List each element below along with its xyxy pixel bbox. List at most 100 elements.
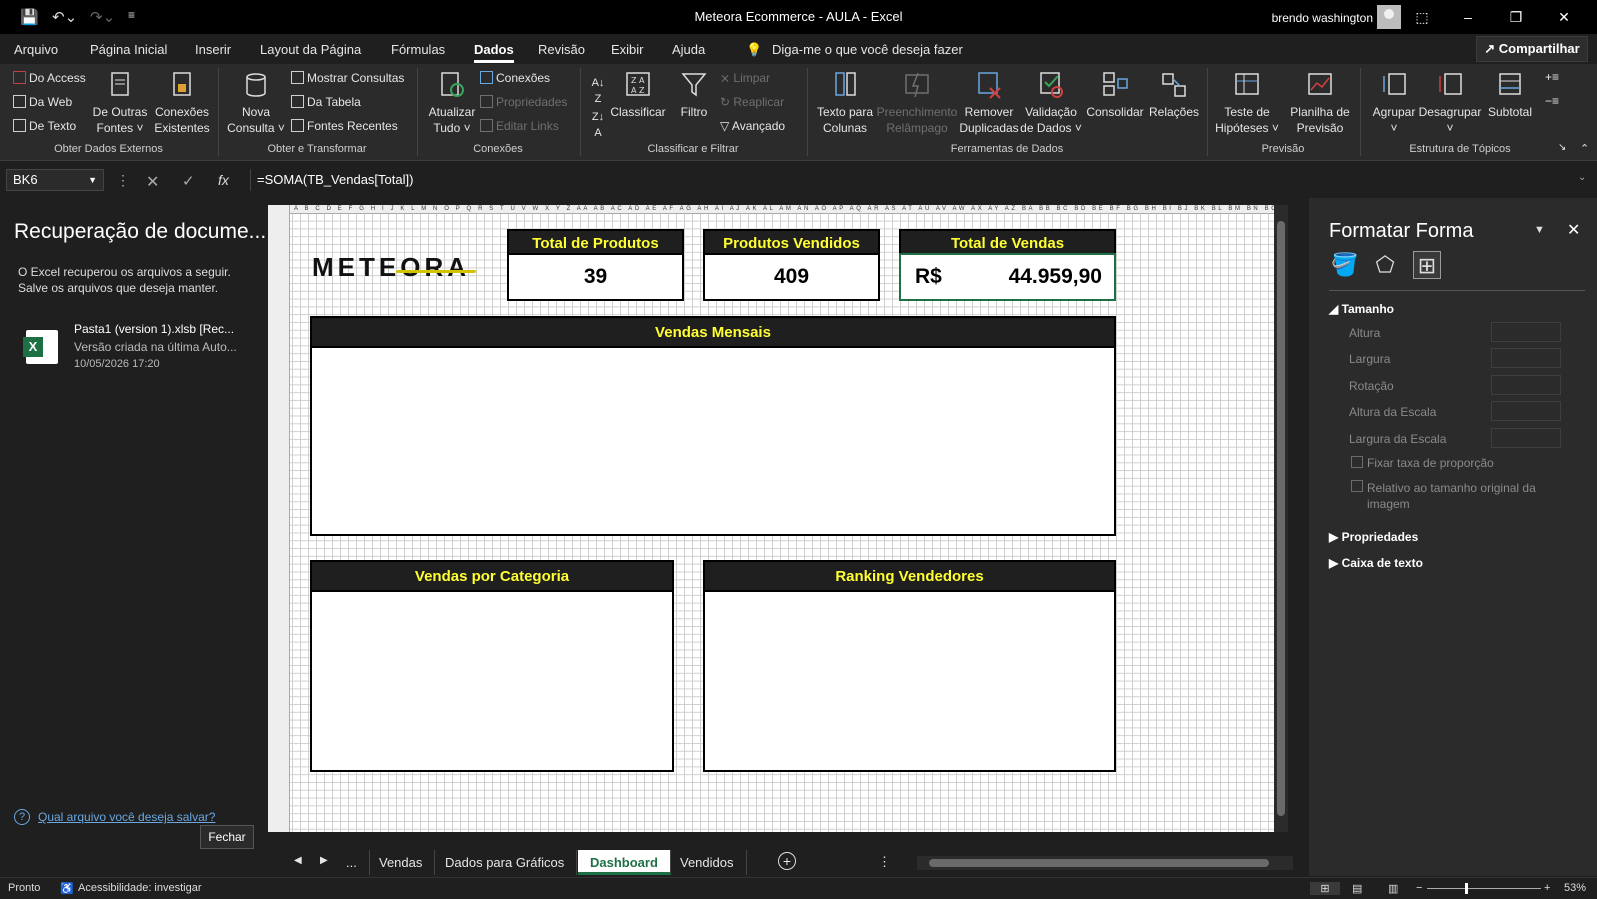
- other-sources-button[interactable]: De Outras Fontes ˅: [88, 70, 152, 136]
- tell-me-search[interactable]: Diga-me o que você deseja fazer: [772, 42, 963, 57]
- zoom-level[interactable]: 53%: [1564, 882, 1586, 894]
- subtotal-button[interactable]: Subtotal: [1484, 70, 1536, 120]
- hide-detail-icon[interactable]: −≡: [1545, 94, 1559, 108]
- tab-exibir[interactable]: Exibir: [611, 42, 644, 57]
- column-headers[interactable]: A B C D E F G H I J K L M N O P Q R S T …: [290, 205, 1274, 214]
- refresh-all-button[interactable]: Atualizar Tudo ˅: [424, 70, 480, 136]
- recent-sources-button[interactable]: Fontes Recentes: [291, 119, 398, 133]
- vendas-mensais-chart-area[interactable]: [310, 346, 1116, 536]
- flash-fill-button[interactable]: Preenchimento Relâmpago: [876, 70, 958, 136]
- kpi-produtos-vendidos-value[interactable]: 409: [703, 253, 880, 301]
- page-break-view-icon[interactable]: ▥: [1388, 882, 1398, 895]
- tab-formulas[interactable]: Fórmulas: [391, 42, 445, 57]
- ranking-vendedores-title[interactable]: Ranking Vendedores: [703, 560, 1116, 592]
- vendas-categoria-chart-area[interactable]: [310, 590, 674, 772]
- rotation-input[interactable]: [1491, 375, 1561, 395]
- relations-button[interactable]: Relações: [1146, 70, 1202, 120]
- edit-links-button[interactable]: Editar Links: [480, 119, 559, 133]
- vertical-scroll-thumb[interactable]: [1277, 221, 1285, 816]
- scroll-tabs-left-icon[interactable]: ◀: [294, 855, 302, 866]
- share-button[interactable]: ↗ Compartilhar: [1476, 36, 1588, 62]
- size-section-header[interactable]: ◢ Tamanho: [1329, 302, 1394, 316]
- page-layout-view-icon[interactable]: ▤: [1352, 882, 1362, 895]
- add-sheet-icon[interactable]: +: [778, 852, 796, 870]
- fill-line-icon[interactable]: 🪣: [1331, 251, 1359, 279]
- tab-revisao[interactable]: Revisão: [538, 42, 585, 57]
- show-detail-icon[interactable]: +≡: [1545, 70, 1559, 84]
- tab-arquivo[interactable]: Arquivo: [14, 42, 58, 57]
- reapply-button[interactable]: ↻ Reaplicar: [720, 95, 784, 109]
- relative-size-checkbox[interactable]: [1351, 480, 1363, 492]
- sheet-tab-dashboard[interactable]: Dashboard: [578, 850, 671, 875]
- close-pane-icon[interactable]: ✕: [1567, 220, 1580, 240]
- tab-dados[interactable]: Dados: [474, 42, 514, 63]
- insert-function-icon[interactable]: fx: [218, 172, 229, 188]
- width-input[interactable]: [1491, 348, 1561, 368]
- textbox-section-header[interactable]: ▶ Caixa de texto: [1329, 556, 1423, 570]
- ungroup-button[interactable]: Desagrupar ˅: [1418, 70, 1482, 136]
- consolidate-button[interactable]: Consolidar: [1084, 70, 1146, 120]
- forecast-sheet-button[interactable]: Planilha de Previsão: [1284, 70, 1356, 136]
- pane-options-icon[interactable]: ▼: [1534, 224, 1545, 236]
- accessibility-status[interactable]: Acessibilidade: investigar: [78, 882, 202, 894]
- tab-layout[interactable]: Layout da Página: [260, 42, 361, 57]
- sort-az-button[interactable]: A↓ Z: [588, 74, 608, 106]
- text-to-columns-button[interactable]: Texto para Colunas: [814, 70, 876, 136]
- which-file-link[interactable]: Qual arquivo você deseja salvar?: [38, 810, 215, 824]
- zoom-out-icon[interactable]: −: [1416, 882, 1422, 894]
- from-table-button[interactable]: Da Tabela: [291, 95, 361, 109]
- existing-connections-button[interactable]: Conexões Existentes: [152, 70, 212, 136]
- effects-icon[interactable]: ⬠: [1371, 251, 1399, 279]
- sheet-tab-dados-graficos[interactable]: Dados para Gráficos: [433, 850, 578, 875]
- recovered-file-name[interactable]: Pasta1 (version 1).xlsb [Rec...: [74, 322, 234, 336]
- from-web-button[interactable]: Da Web: [13, 95, 72, 109]
- from-access-button[interactable]: Do Access: [13, 71, 86, 85]
- zoom-slider-thumb[interactable]: [1465, 883, 1468, 894]
- clear-filter-button[interactable]: ⨯ Limpar: [720, 71, 770, 85]
- horizontal-scroll-thumb[interactable]: [929, 859, 1269, 867]
- dialog-launcher-icon[interactable]: ↘: [1558, 142, 1566, 153]
- close-icon[interactable]: ✕: [1549, 6, 1579, 28]
- collapse-ribbon-icon[interactable]: ⌃: [1580, 142, 1589, 155]
- user-name[interactable]: brendo washington: [1272, 11, 1373, 25]
- tab-pagina-inicial[interactable]: Página Inicial: [90, 42, 167, 57]
- name-box[interactable]: BK6 ▼: [6, 169, 104, 191]
- avatar[interactable]: [1377, 5, 1401, 29]
- ranking-vendedores-chart-area[interactable]: [703, 590, 1116, 772]
- properties-button[interactable]: Propriedades: [480, 95, 567, 109]
- filter-button[interactable]: Filtro: [672, 70, 716, 120]
- ribbon-display-icon[interactable]: ⬚: [1407, 6, 1437, 28]
- kpi-total-produtos-value[interactable]: 39: [507, 253, 684, 301]
- vendas-mensais-title[interactable]: Vendas Mensais: [310, 316, 1116, 348]
- horizontal-scrollbar[interactable]: [917, 856, 1293, 870]
- sheet-tab-vendas[interactable]: Vendas: [367, 850, 436, 875]
- connections-button[interactable]: Conexões: [480, 71, 550, 85]
- kpi-total-vendas-title[interactable]: Total de Vendas: [899, 229, 1116, 255]
- excel-file-icon[interactable]: X: [23, 330, 58, 364]
- show-queries-button[interactable]: Mostrar Consultas: [291, 71, 404, 85]
- new-query-button[interactable]: Nova Consulta ˅: [226, 70, 286, 136]
- properties-section-header[interactable]: ▶ Propriedades: [1329, 530, 1418, 544]
- what-if-button[interactable]: Teste de Hipóteses ˅: [1212, 70, 1282, 136]
- vendas-categoria-title[interactable]: Vendas por Categoria: [310, 560, 674, 592]
- minimize-icon[interactable]: –: [1453, 6, 1483, 28]
- remove-duplicates-button[interactable]: Remover Duplicadas: [958, 70, 1020, 136]
- scale-width-input[interactable]: [1491, 428, 1561, 448]
- tab-ajuda[interactable]: Ajuda: [672, 42, 705, 57]
- tab-inserir[interactable]: Inserir: [195, 42, 231, 57]
- expand-formula-icon[interactable]: ⌄: [1578, 172, 1586, 183]
- vertical-scrollbar[interactable]: [1274, 205, 1288, 832]
- enter-icon[interactable]: ✓: [182, 172, 195, 190]
- zoom-in-icon[interactable]: +: [1544, 882, 1550, 894]
- kpi-total-produtos-title[interactable]: Total de Produtos: [507, 229, 684, 255]
- scale-height-input[interactable]: [1491, 401, 1561, 421]
- size-properties-icon[interactable]: ⊞: [1413, 251, 1441, 279]
- more-options-icon[interactable]: ⋮: [116, 172, 130, 189]
- cancel-icon[interactable]: ✕: [146, 172, 159, 192]
- lock-ratio-checkbox[interactable]: [1351, 456, 1363, 468]
- zoom-slider[interactable]: [1427, 888, 1541, 889]
- accessibility-icon[interactable]: ♿: [60, 882, 74, 895]
- kpi-total-vendas-box[interactable]: R$ 44.959,90: [899, 253, 1116, 301]
- height-input[interactable]: [1491, 322, 1561, 342]
- sort-button[interactable]: Z AA Z Classificar: [608, 70, 668, 120]
